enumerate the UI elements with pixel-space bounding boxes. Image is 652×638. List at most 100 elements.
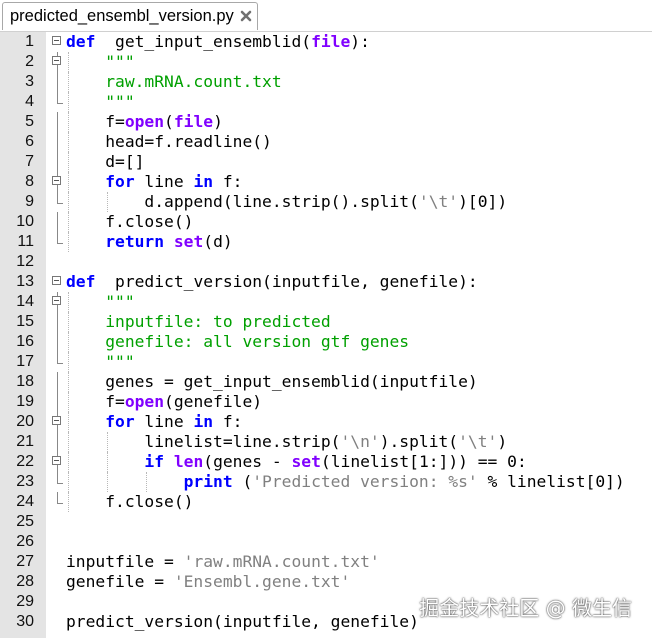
code-line[interactable]: 20 for line in f: <box>0 412 652 432</box>
code-line[interactable]: 22 if len(genes - set(linelist[1:])) == … <box>0 452 652 472</box>
line-number: 15 <box>16 313 34 330</box>
code-line[interactable]: 24 f.close() <box>0 492 652 512</box>
code-line[interactable]: 9 d.append(line.strip().split('\t')[0]) <box>0 192 652 212</box>
code-token: line <box>134 412 194 431</box>
code-token: ): <box>350 32 370 51</box>
code-line[interactable]: 23 print ('Predicted version: %s' % line… <box>0 472 652 492</box>
code-text: print ('Predicted version: %s' % linelis… <box>66 472 625 492</box>
code-text: d.append(line.strip().split('\t')[0]) <box>66 192 507 212</box>
code-line[interactable]: 6 head=f.readline() <box>0 132 652 152</box>
code-token: len <box>173 452 204 471</box>
code-text: return set(d) <box>66 232 232 252</box>
code-token: genefile = <box>66 572 174 591</box>
close-icon[interactable] <box>239 9 253 23</box>
code-token: ( <box>232 472 253 491</box>
code-line[interactable]: 5 f=open(file) <box>0 112 652 132</box>
code-editor[interactable]: 1 def get_input_ensemblid(file): 2 """ 3 ra… <box>0 32 652 638</box>
code-token: 'Predicted version: %s' <box>252 472 478 491</box>
fold-toggle-icon[interactable] <box>52 176 61 185</box>
code-line[interactable]: 7 d=[] <box>0 152 652 172</box>
line-number: 6 <box>25 133 34 150</box>
code-token: """ <box>66 92 135 111</box>
code-line[interactable]: 15 inputfile: to predicted <box>0 312 652 332</box>
code-line[interactable]: 11 return set(d) <box>0 232 652 252</box>
code-text: f.close() <box>66 212 193 232</box>
code-line[interactable]: 4 """ <box>0 92 652 112</box>
fold-guide-line <box>57 112 58 132</box>
code-text: d=[] <box>66 152 144 172</box>
code-token: f= <box>66 392 125 411</box>
code-text: genefile = 'Ensembl.gene.txt' <box>66 572 350 592</box>
line-number: 19 <box>16 393 34 410</box>
fold-toggle-icon[interactable] <box>52 276 61 285</box>
fold-guide-line <box>57 152 58 172</box>
code-token: (genefile) <box>164 392 263 411</box>
code-token: f: <box>213 412 243 431</box>
tab-predicted-ensembl-version[interactable]: predicted_ensembl_version.py <box>2 2 258 30</box>
code-line[interactable]: 17 """ <box>0 352 652 372</box>
fold-end-marker <box>57 92 63 104</box>
tab-label: predicted_ensembl_version.py <box>10 7 234 25</box>
code-text: """ <box>66 52 135 72</box>
code-token: f.close() <box>66 492 194 511</box>
code-token: line <box>134 172 194 191</box>
fold-toggle-icon[interactable] <box>52 416 61 425</box>
line-number: 3 <box>25 73 34 90</box>
code-line[interactable]: 21 linelist=line.strip('\n').split('\t') <box>0 432 652 452</box>
line-number: 4 <box>25 93 34 110</box>
code-line[interactable]: 13 def predict_version(inputfile, genefil… <box>0 272 652 292</box>
line-number: 13 <box>16 273 34 290</box>
fold-end-marker <box>57 492 63 504</box>
line-number: 30 <box>16 613 34 630</box>
code-line[interactable]: 3 raw.mRNA.count.txt <box>0 72 652 92</box>
line-number: 17 <box>16 353 34 370</box>
code-token: get_input_ensemblid( <box>95 32 312 51</box>
code-line[interactable]: 18 genes = get_input_ensemblid(inputfile… <box>0 372 652 392</box>
fold-guide-line <box>57 332 58 352</box>
code-line[interactable]: 8 for line in f: <box>0 172 652 192</box>
code-token: ).split( <box>379 432 459 451</box>
code-token: genes = get_input_ensemblid(inputfile) <box>66 372 478 391</box>
fold-toggle-icon[interactable] <box>52 456 61 465</box>
code-text: """ <box>66 352 134 372</box>
code-line[interactable]: 27 inputfile = 'raw.mRNA.count.txt' <box>0 552 652 572</box>
code-text: f=open(genefile) <box>66 392 262 412</box>
code-token: open <box>124 392 165 411</box>
line-number: 8 <box>25 173 34 190</box>
line-number: 27 <box>16 553 34 570</box>
code-text: inputfile: to predicted <box>66 312 330 332</box>
code-line[interactable]: 12 <box>0 252 652 272</box>
line-number: 18 <box>16 373 34 390</box>
code-line[interactable]: 14 """ <box>0 292 652 312</box>
code-line[interactable]: 26 <box>0 532 652 552</box>
code-line[interactable]: 19 f=open(genefile) <box>0 392 652 412</box>
code-text: linelist=line.strip('\n').split('\t') <box>66 432 507 452</box>
fold-guide-line <box>57 392 58 412</box>
code-token: '\t' <box>418 192 459 211</box>
line-number: 23 <box>16 473 34 490</box>
code-token: for <box>66 172 135 191</box>
line-number: 25 <box>16 513 34 530</box>
code-line[interactable]: 28 genefile = 'Ensembl.gene.txt' <box>0 572 652 592</box>
fold-toggle-icon[interactable] <box>52 56 61 65</box>
code-token: """ <box>66 52 135 71</box>
code-text: for line in f: <box>66 412 242 432</box>
code-token: head=f.readline() <box>66 132 272 151</box>
code-line[interactable]: 16 genefile: all version gtf genes <box>0 332 652 352</box>
fold-toggle-icon[interactable] <box>52 36 61 45</box>
code-line[interactable]: 2 """ <box>0 52 652 72</box>
code-line[interactable]: 10 f.close() <box>0 212 652 232</box>
code-token: def <box>66 272 96 291</box>
code-token: )[0]) <box>458 192 508 211</box>
code-text: f.close() <box>66 492 193 512</box>
code-line[interactable]: 25 <box>0 512 652 532</box>
fold-toggle-icon[interactable] <box>52 296 61 305</box>
line-number: 5 <box>25 113 34 130</box>
line-number: 16 <box>16 333 34 350</box>
code-text: genefile: all version gtf genes <box>66 332 409 352</box>
line-number: 7 <box>25 153 34 170</box>
code-token: set <box>291 452 321 471</box>
line-number: 2 <box>25 53 34 70</box>
code-line[interactable]: 1 def get_input_ensemblid(file): <box>0 32 652 52</box>
